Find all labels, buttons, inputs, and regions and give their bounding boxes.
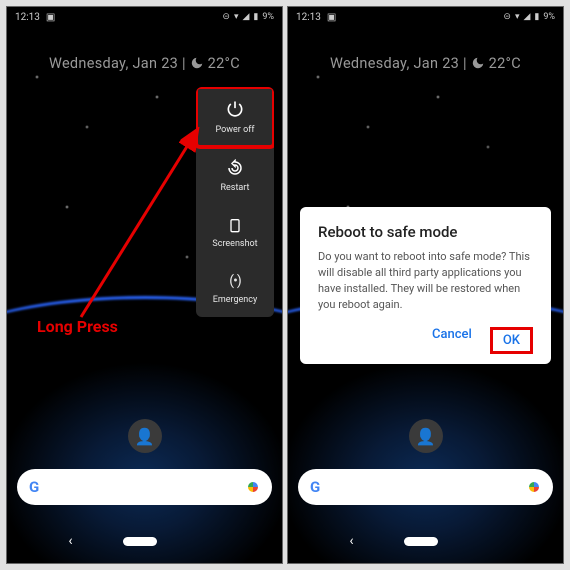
- moon-icon: [471, 56, 485, 74]
- emergency-label: Emergency: [213, 295, 258, 305]
- screenshot-icon: [227, 217, 243, 233]
- status-bar: 12:13 ▣ ⊝ ▾ ◢ ▮ 9%: [288, 7, 563, 27]
- temperature: 22°C: [489, 55, 521, 72]
- notification-icon: ▣: [46, 12, 55, 23]
- battery-icon: ▮: [253, 12, 258, 22]
- assistant-icon[interactable]: [246, 480, 260, 494]
- power-off-label: Power off: [216, 125, 255, 135]
- status-right: ⊝ ▾ ◢ ▮ 9%: [503, 12, 555, 22]
- power-icon: [225, 99, 245, 119]
- date-text: Wednesday, Jan 23: [330, 55, 459, 72]
- back-button[interactable]: ‹: [68, 533, 72, 549]
- google-logo: G: [29, 478, 39, 496]
- search-bar[interactable]: G: [298, 469, 553, 505]
- date-text: Wednesday, Jan 23: [49, 55, 178, 72]
- dialog-body: Do you want to reboot into safe mode? Th…: [318, 249, 533, 313]
- nav-bar: ‹: [7, 533, 282, 549]
- annotation-arrow: [71, 122, 211, 332]
- clock: 12:13: [296, 12, 321, 23]
- home-pill[interactable]: [123, 537, 157, 546]
- ok-button[interactable]: OK: [490, 327, 533, 354]
- status-left: 12:13 ▣: [296, 12, 336, 23]
- clock: 12:13: [15, 12, 40, 23]
- screenshot-label: Screenshot: [212, 239, 257, 249]
- status-right: ⊝ ▾ ◢ ▮ 9%: [222, 12, 274, 22]
- phone-left: 12:13 ▣ ⊝ ▾ ◢ ▮ 9% Wednesday, Jan 23 | 2…: [6, 6, 283, 564]
- dnd-icon: ⊝: [222, 12, 230, 22]
- temperature: 22°C: [208, 55, 240, 72]
- wifi-icon: ▾: [234, 12, 239, 22]
- phone-right: 12:13 ▣ ⊝ ▾ ◢ ▮ 9% Wednesday, Jan 23 | 2…: [287, 6, 564, 564]
- cancel-button[interactable]: Cancel: [432, 327, 472, 354]
- signal-icon: ◢: [523, 12, 530, 22]
- home-pill[interactable]: [404, 537, 438, 546]
- avatar-icon: 👤: [416, 427, 436, 446]
- status-bar: 12:13 ▣ ⊝ ▾ ◢ ▮ 9%: [7, 7, 282, 27]
- status-left: 12:13 ▣: [15, 12, 55, 23]
- dialog-title: Reboot to safe mode: [318, 223, 533, 241]
- avatar[interactable]: 👤: [409, 419, 443, 453]
- emergency-icon: (•): [229, 273, 240, 289]
- google-logo: G: [310, 478, 320, 496]
- avatar[interactable]: 👤: [128, 419, 162, 453]
- restart-label: Restart: [220, 183, 249, 193]
- dialog-actions: Cancel OK: [318, 327, 533, 354]
- battery-icon: ▮: [534, 12, 539, 22]
- signal-icon: ◢: [242, 12, 249, 22]
- assistant-icon[interactable]: [527, 480, 541, 494]
- separator: |: [459, 55, 471, 72]
- date-weather-widget[interactable]: Wednesday, Jan 23 | 22°C: [288, 55, 563, 74]
- search-bar[interactable]: G: [17, 469, 272, 505]
- dnd-icon: ⊝: [503, 12, 511, 22]
- date-weather-widget[interactable]: Wednesday, Jan 23 | 22°C: [7, 55, 282, 74]
- nav-bar: ‹: [288, 533, 563, 549]
- notification-icon: ▣: [327, 12, 336, 23]
- restart-icon: [226, 159, 244, 177]
- avatar-icon: 👤: [135, 427, 155, 446]
- separator: |: [178, 55, 190, 72]
- moon-icon: [190, 56, 204, 74]
- back-button[interactable]: ‹: [349, 533, 353, 549]
- annotation-text: Long Press: [37, 317, 118, 336]
- safe-mode-dialog: Reboot to safe mode Do you want to reboo…: [300, 207, 551, 364]
- battery-percent: 9%: [543, 12, 555, 22]
- wifi-icon: ▾: [515, 12, 520, 22]
- battery-percent: 9%: [262, 12, 274, 22]
